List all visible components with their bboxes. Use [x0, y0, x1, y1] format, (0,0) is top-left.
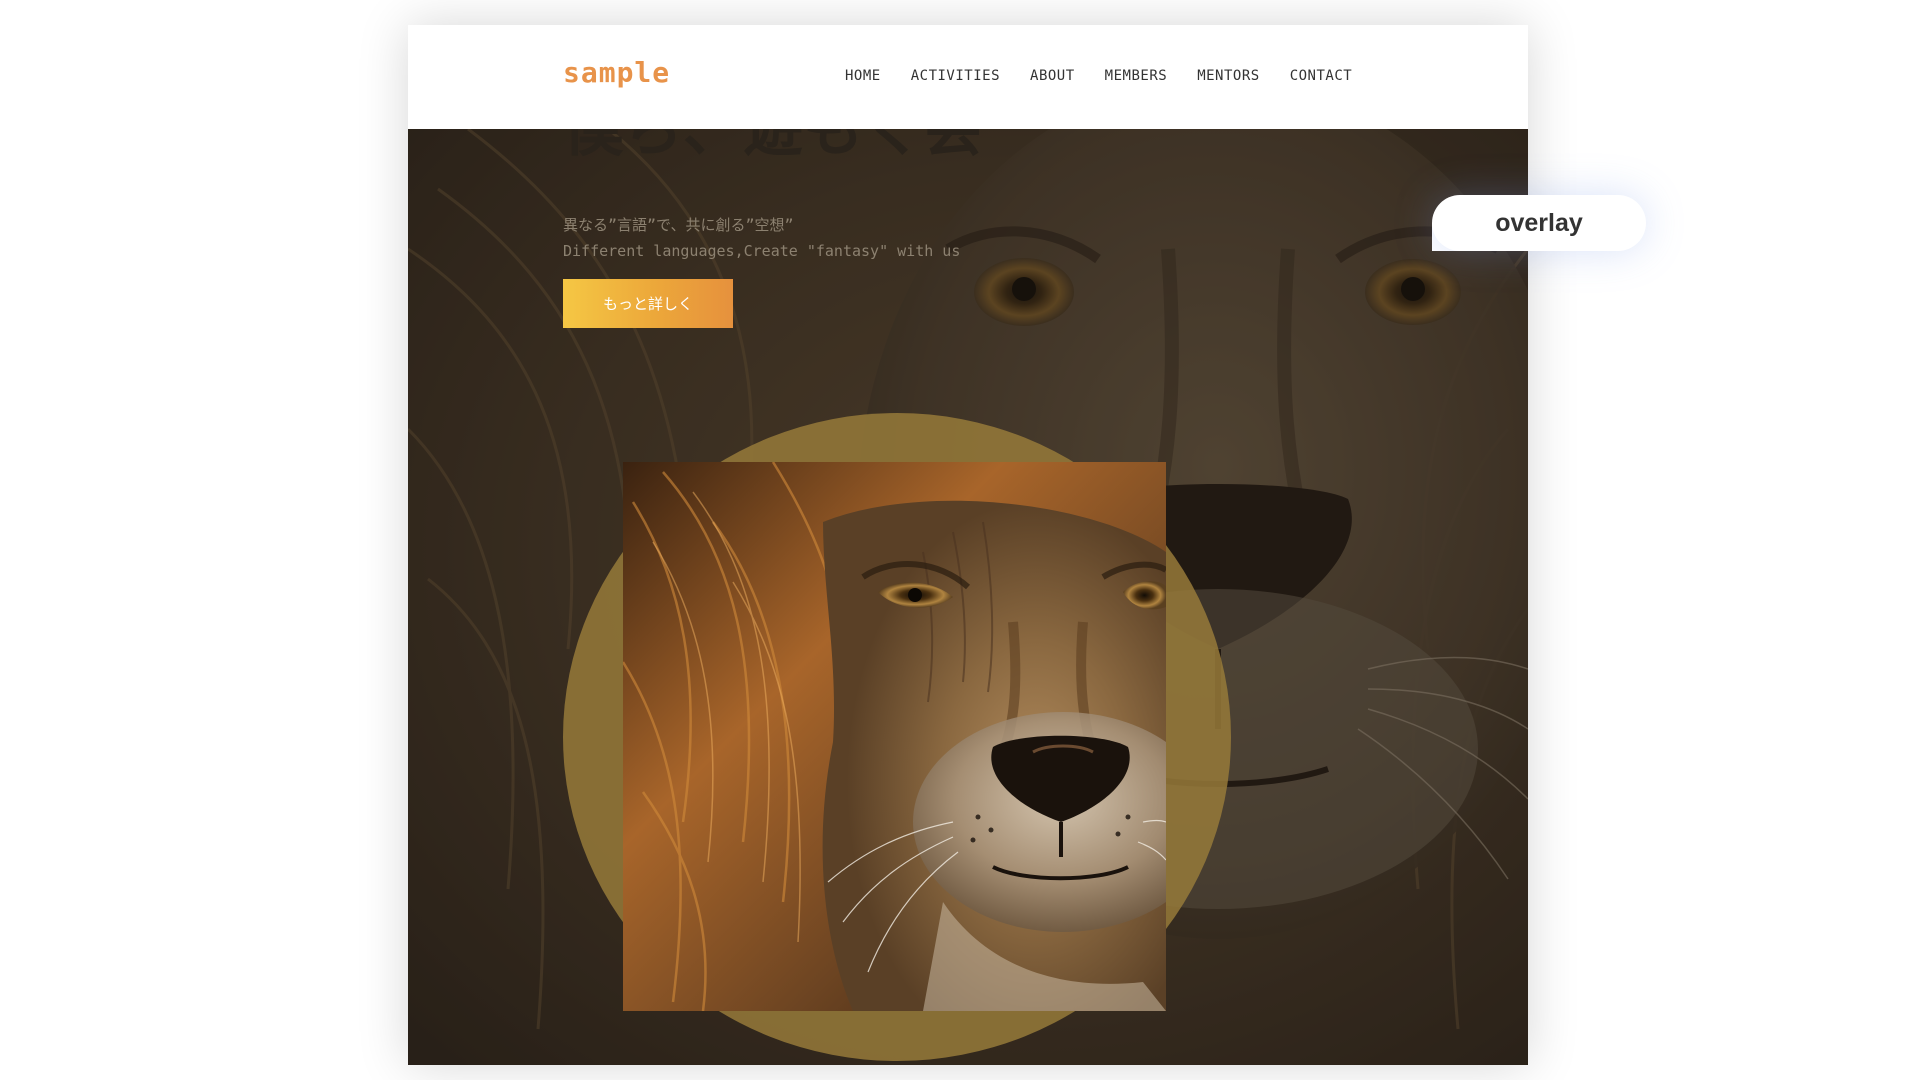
lion-portrait-icon: [623, 462, 1166, 1011]
lion-portrait: [623, 462, 1166, 1011]
nav-about[interactable]: ABOUT: [1030, 69, 1075, 83]
nav-activities[interactable]: ACTIVITIES: [911, 69, 1000, 83]
site-header: sample HOME ACTIVITIES ABOUT MEMBERS MEN…: [408, 25, 1528, 129]
site-logo[interactable]: sample: [563, 59, 670, 87]
nav-home[interactable]: HOME: [845, 69, 881, 83]
hero-section: 僕ら、遊もく会 異なる”言語”で、共に創る”空想” Different lang…: [408, 129, 1528, 1065]
nav-mentors[interactable]: MENTORS: [1197, 69, 1260, 83]
hero-subtitle-en: Different languages,Create "fantasy" wit…: [563, 242, 961, 260]
hero-title: 僕ら、遊もく会: [563, 129, 983, 165]
hero-subtitle: 異なる”言語”で、共に創る”空想” Different languages,Cr…: [563, 212, 960, 264]
hero-subtitle-ja: 異なる”言語”で、共に創る”空想”: [563, 216, 794, 234]
overlay-badge[interactable]: overlay: [1432, 195, 1646, 251]
page-frame: sample HOME ACTIVITIES ABOUT MEMBERS MEN…: [408, 25, 1528, 1065]
nav-members[interactable]: MEMBERS: [1105, 69, 1168, 83]
learn-more-button[interactable]: もっと詳しく: [563, 279, 733, 328]
main-nav: HOME ACTIVITIES ABOUT MEMBERS MENTORS CO…: [845, 69, 1352, 83]
nav-contact[interactable]: CONTACT: [1290, 69, 1353, 83]
